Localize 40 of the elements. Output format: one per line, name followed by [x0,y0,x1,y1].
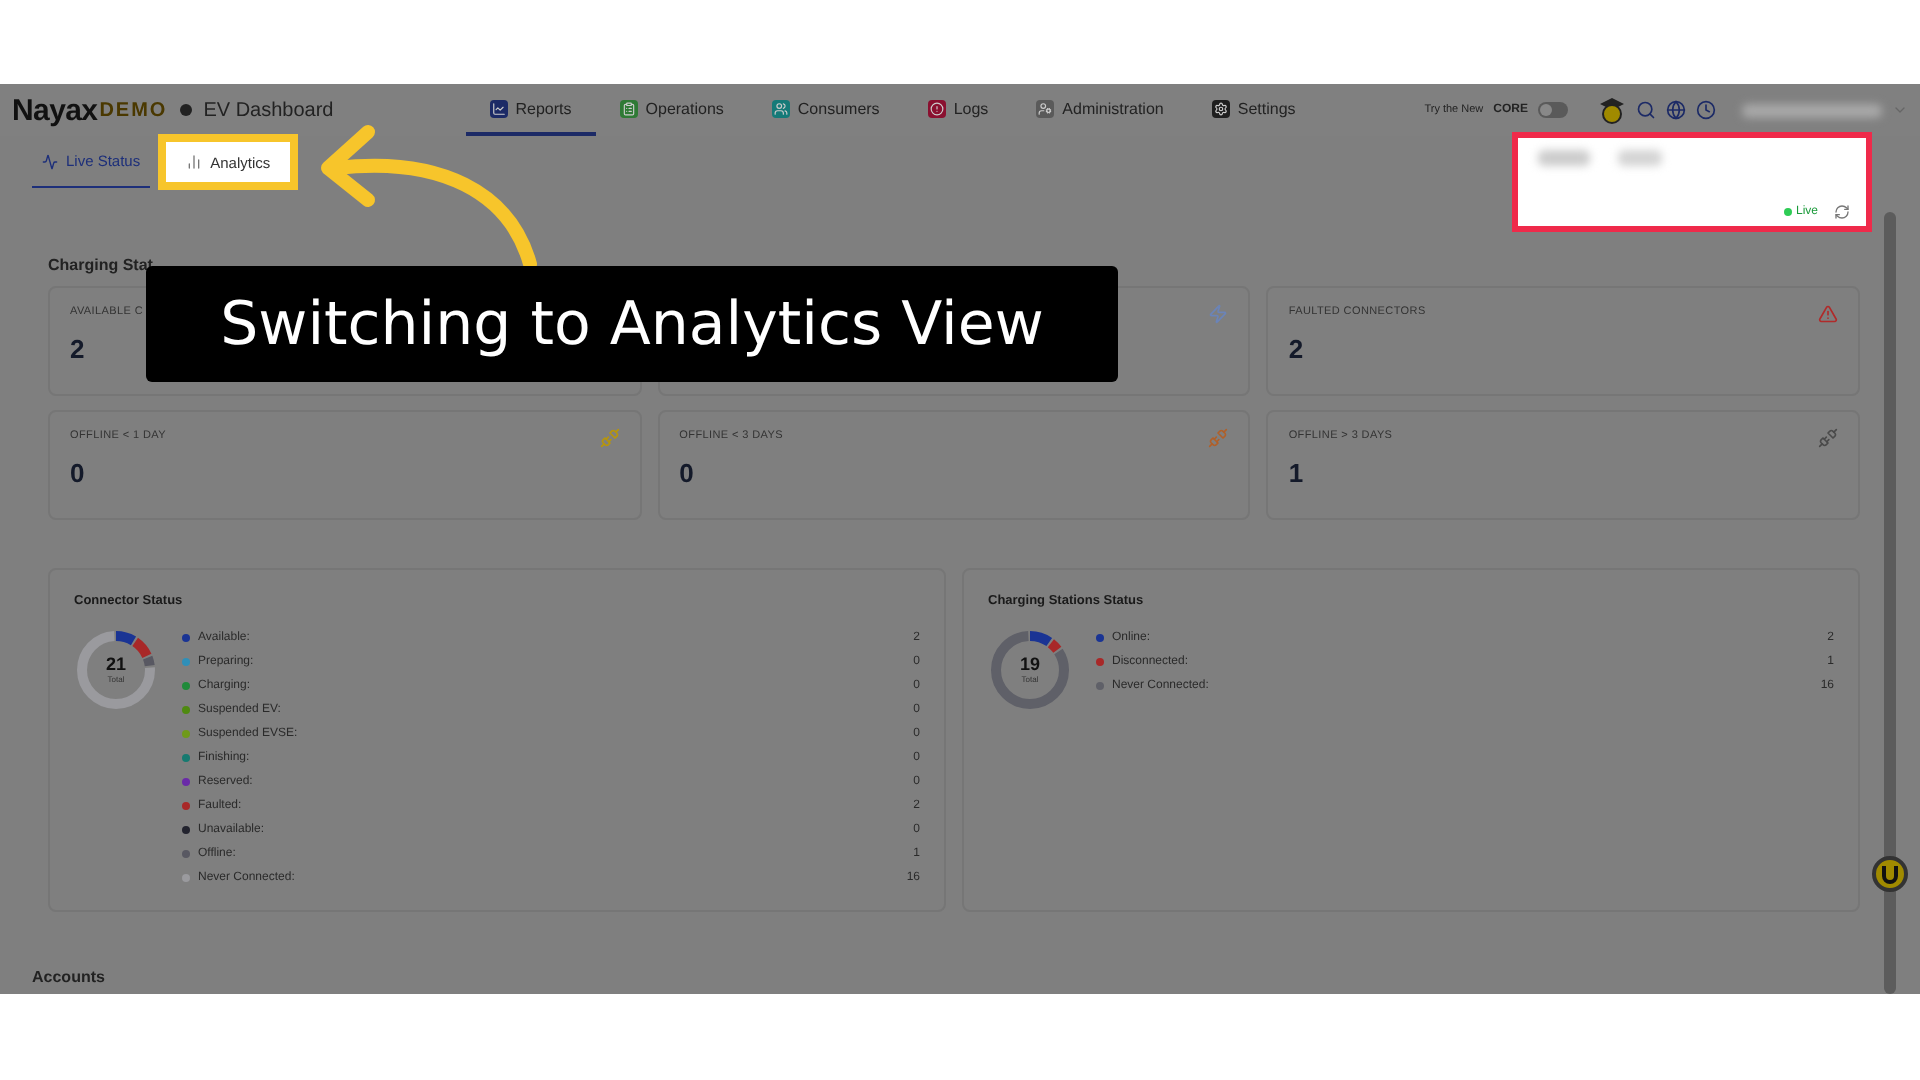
nav-icon [927,99,946,117]
logo: Nayax [12,93,98,127]
nav-item[interactable]: Reports [465,84,596,136]
nav-item[interactable]: Settings [1187,84,1320,136]
blurred-text [1618,150,1662,166]
card-value: 2 [1288,334,1306,364]
nav-icon [489,99,508,117]
pulse-icon [42,153,58,169]
nav-icon [1036,99,1055,117]
total-count: 21 [105,656,126,674]
nav-item[interactable]: Operations [595,84,748,136]
logo-suffix: DEMO [99,99,168,121]
section-title: Accounts [32,968,107,986]
donut-drawing [74,628,158,712]
nav-item[interactable]: Logs [903,84,1013,136]
nav-icon [771,99,790,117]
caption: Switching to Analytics View [146,266,1118,382]
card-value: 2 [70,334,87,364]
refresh-icon[interactable] [1834,204,1850,220]
search-icon[interactable] [1636,100,1656,120]
total-count: 19 [1019,656,1040,674]
card-value: 1 [1288,458,1306,488]
blurred-text [1742,103,1882,117]
scrollbar[interactable] [1884,212,1896,994]
app-title: EV Dashboard [203,99,334,121]
globe-icon[interactable] [1666,100,1686,120]
card-value: 0 [679,458,696,488]
help-badge-icon[interactable] [1872,856,1908,892]
mascot-icon[interactable] [1598,96,1626,124]
nav-item[interactable]: Consumers [747,84,904,136]
blurred-text [1538,150,1590,166]
card-value: 0 [70,458,87,488]
nav-item[interactable]: Administration [1012,84,1188,136]
nav-icon [619,99,638,117]
donut-drawing [988,628,1072,712]
nav-icon [1211,99,1230,117]
clock-icon[interactable] [1696,100,1716,120]
dot-icon [179,104,192,116]
bar-chart-icon [186,154,203,170]
toggle-switch[interactable] [1538,102,1568,118]
